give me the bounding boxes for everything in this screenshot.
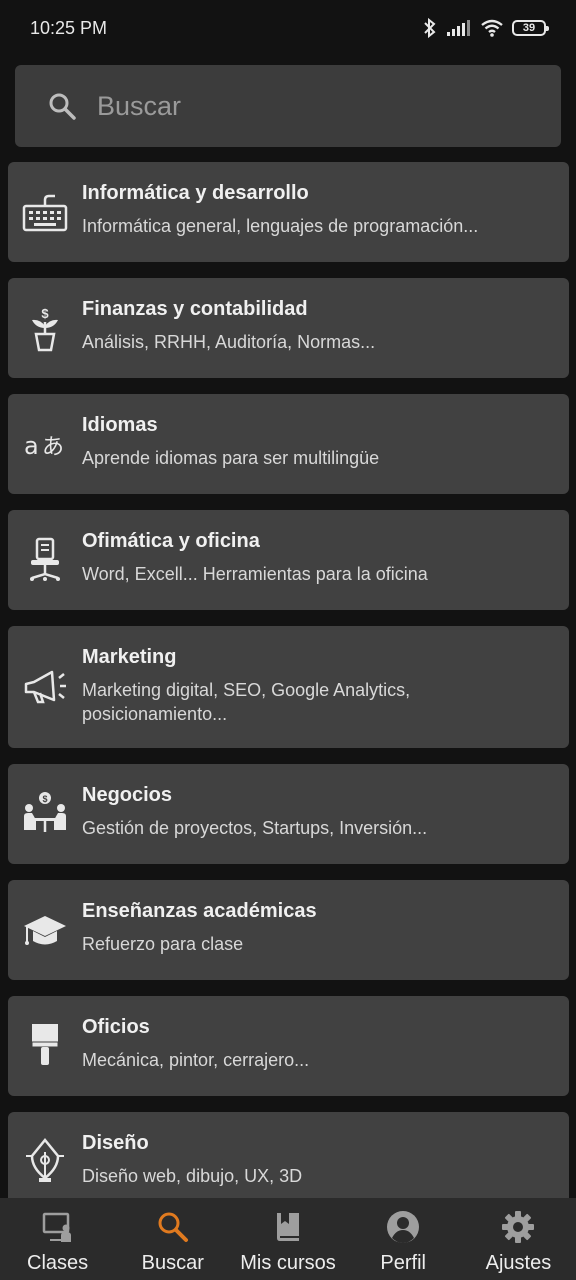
category-title: Diseño [82,1132,149,1154]
category-text: Negocios Gestión de proyectos, Startups,… [82,782,553,840]
nav-item-mis-cursos[interactable]: Mis cursos [230,1198,345,1280]
money-plant-icon: $ [32,306,58,352]
business-meeting-icon: $ [24,792,66,832]
category-title: Idiomas [82,414,158,436]
office-chair-icon [30,537,60,581]
nav-item-perfil[interactable]: Perfil [346,1198,461,1280]
book-icon [277,1213,299,1241]
nav-label: Buscar [141,1252,204,1274]
category-card-oficios[interactable]: Oficios Mecánica, pintor, cerrajero... [8,996,569,1096]
category-title: Ofimática y oficina [82,530,260,552]
signal-icon [447,20,470,36]
search-icon [49,93,76,120]
category-text: Finanzas y contabilidad Análisis, RRHH, … [82,296,553,354]
nav-item-clases[interactable]: Clases [0,1198,115,1280]
category-subtitle: Diseño web, dibujo, UX, 3D [82,1166,303,1186]
search-icon [158,1212,188,1242]
search-input[interactable] [97,90,561,122]
bluetooth-icon [424,17,436,39]
category-subtitle: Análisis, RRHH, Auditoría, Normas... [82,332,376,352]
category-card-idiomas[interactable]: a あ Idiomas Aprende idiomas para ser mul… [8,394,569,494]
category-title: Oficios [82,1016,150,1038]
status-icons: 39 [422,17,549,39]
status-time: 10:25 PM [30,17,108,38]
category-card-ensenanzas[interactable]: Enseñanzas académicas Refuerzo para clas… [8,880,569,980]
category-card-marketing[interactable]: Marketing Marketing digital, SEO, Google… [8,626,569,748]
category-text: Informática y desarrollo Informática gen… [82,180,553,238]
wifi-icon [481,19,503,37]
category-subtitle: Aprende idiomas para ser multilingüe [82,448,380,468]
category-card-informatica[interactable]: Informática y desarrollo Informática gen… [8,162,569,262]
graduation-cap-icon [24,916,66,945]
nav-item-ajustes[interactable]: Ajustes [461,1198,576,1280]
account-icon [387,1211,420,1243]
megaphone-icon [24,670,66,704]
category-title: Informática y desarrollo [82,182,309,204]
nav-label: Clases [27,1252,89,1274]
category-title: Negocios [82,784,173,806]
category-title: Marketing [82,646,177,668]
category-card-ofimatica[interactable]: Ofimática y oficina Word, Excell... Herr… [8,510,569,610]
category-card-finanzas[interactable]: $ Finanzas y contabilidad Análisis, RRHH… [8,278,569,378]
gear-icon [502,1211,535,1243]
category-subtitle: Word, Excell... Herramientas para la ofi… [82,564,428,584]
svg-text:あ: あ [42,435,64,460]
teacher-board-icon [42,1212,71,1242]
paint-brush-icon [31,1024,59,1065]
search-bar[interactable] [15,65,561,147]
keyboard-icon [22,194,68,232]
svg-text:$: $ [42,794,47,804]
nav-label: Ajustes [485,1252,552,1274]
category-card-negocios[interactable]: $ Negocios Gestión de proyectos, Startup… [8,764,569,864]
pen-nib-icon [26,1138,64,1182]
category-text: Diseño Diseño web, dibujo, UX, 3D [82,1130,553,1188]
category-subtitle: Gestión de proyectos, Startups, Inversió… [82,818,428,838]
category-subtitle: Marketing digital, SEO, Google Analytics… [82,680,411,724]
bottom-navigation: Clases Buscar Mis cursos Perfil Ajustes [0,1198,576,1280]
translate-icon: a あ [24,432,64,460]
category-text: Marketing Marketing digital, SEO, Google… [82,644,553,726]
category-text: Enseñanzas académicas Refuerzo para clas… [82,898,553,956]
svg-text:$: $ [41,306,49,321]
status-bar: 10:25 PM 39 [0,0,576,56]
category-subtitle: Informática general, lenguajes de progra… [82,216,479,236]
category-card-diseno[interactable]: Diseño Diseño web, dibujo, UX, 3D [8,1112,569,1212]
svg-text:a: a [24,432,39,460]
category-text: Oficios Mecánica, pintor, cerrajero... [82,1014,553,1072]
category-subtitle: Refuerzo para clase [82,934,244,954]
nav-label: Mis cursos [240,1252,336,1274]
battery-indicator: 39 [512,20,549,36]
category-subtitle: Mecánica, pintor, cerrajero... [82,1050,310,1070]
category-text: Ofimática y oficina Word, Excell... Herr… [82,528,553,586]
nav-label: Perfil [380,1252,426,1274]
category-title: Enseñanzas académicas [82,900,317,922]
nav-item-buscar[interactable]: Buscar [115,1198,230,1280]
battery-level: 39 [522,22,536,34]
category-title: Finanzas y contabilidad [82,298,308,320]
category-text: Idiomas Aprende idiomas para ser multili… [82,412,553,470]
